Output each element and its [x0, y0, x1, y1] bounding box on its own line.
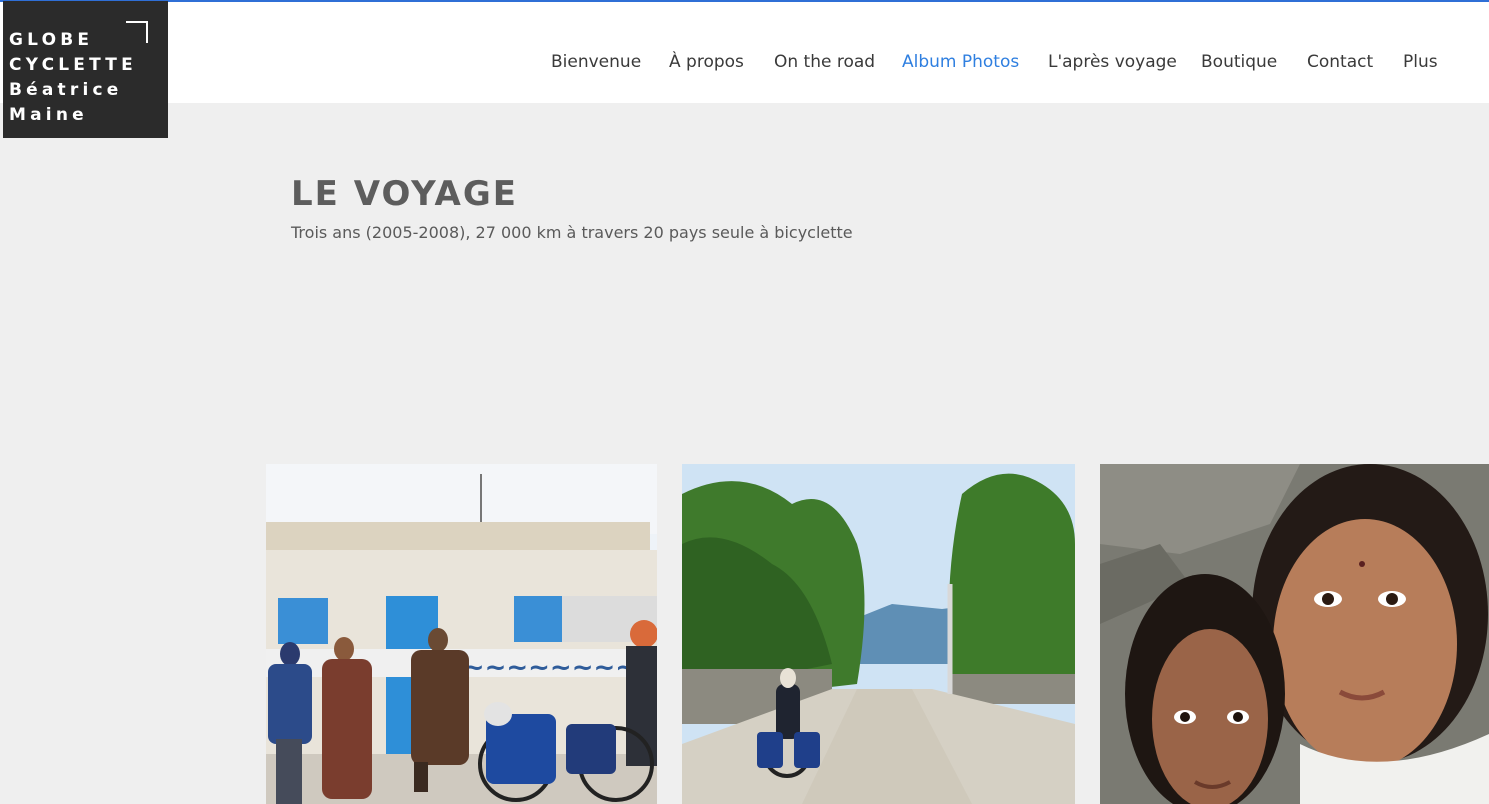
nav-item-plus[interactable]: Plus	[1403, 52, 1438, 72]
photo-cyclist-country-road-icon	[682, 464, 1075, 804]
svg-text:~~~~~~~~~~: ~~~~~~~~~~	[441, 653, 657, 683]
photo-men-building-bicycles-icon: ~~~~~~~~~~	[266, 464, 657, 804]
logo-line-3: Béatrice	[9, 80, 123, 100]
nav-item-boutique[interactable]: Boutique	[1201, 52, 1277, 72]
page-title: LE VOYAGE	[291, 174, 518, 214]
page-subtitle: Trois ans (2005-2008), 27 000 km à trave…	[291, 223, 853, 242]
nav-item-album-photos[interactable]: Album Photos	[902, 52, 1019, 72]
nav-item-contact[interactable]: Contact	[1307, 52, 1373, 72]
main-nav: Bienvenue À propos On the road Album Pho…	[0, 52, 1489, 76]
logo-line-1: GLOBE	[9, 30, 94, 50]
photo-two-girls-icon	[1100, 464, 1489, 804]
logo-line-2: CYCLETTE	[9, 55, 137, 75]
logo-corner-mark	[126, 21, 148, 43]
nav-item-bienvenue[interactable]: Bienvenue	[551, 52, 641, 72]
nav-item-a-propos[interactable]: À propos	[669, 52, 744, 72]
nav-item-apres-voyage[interactable]: L'après voyage	[1048, 52, 1177, 72]
logo-line-4: Maine	[9, 105, 88, 125]
nav-item-on-the-road[interactable]: On the road	[774, 52, 875, 72]
gallery-photo-3[interactable]	[1100, 464, 1489, 804]
gallery-photo-2[interactable]	[682, 464, 1075, 804]
gallery-photo-1[interactable]: ~~~~~~~~~~	[266, 464, 657, 804]
site-logo[interactable]: GLOBE CYCLETTE Béatrice Maine	[3, 1, 168, 138]
